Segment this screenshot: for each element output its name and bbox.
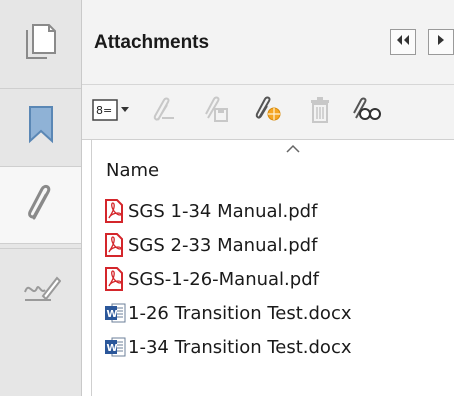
file-name: SGS-1-26-Manual.pdf [128, 268, 319, 290]
panel-header: Attachments [82, 0, 454, 85]
file-name: SGS 1-34 Manual.pdf [128, 200, 318, 222]
svg-text:8=: 8= [96, 104, 112, 117]
file-name: 1-26 Transition Test.docx [128, 302, 352, 324]
attachments-toolbar: 8= [82, 85, 454, 140]
open-attachment-button[interactable] [148, 96, 180, 128]
bookmarks-button[interactable] [0, 90, 81, 162]
navigation-rail [0, 0, 82, 396]
list-item[interactable]: SGS-1-26-Manual.pdf [92, 262, 454, 296]
options-menu-icon: 8= [92, 98, 132, 126]
right-arrow-icon [436, 33, 446, 51]
pdf-file-icon [104, 199, 126, 223]
rail-divider [0, 88, 81, 89]
file-name: 1-34 Transition Test.docx [128, 336, 352, 358]
signatures-icon [21, 270, 61, 311]
name-column-header[interactable]: Name [92, 140, 454, 188]
rail-divider [0, 248, 81, 249]
attachments-button[interactable] [0, 166, 81, 244]
search-attachments-button[interactable] [350, 96, 382, 128]
collapse-panel-button[interactable] [390, 29, 416, 55]
options-menu-button[interactable]: 8= [90, 96, 134, 128]
paperclip-icon [24, 182, 58, 229]
search-attachments-icon [351, 96, 381, 129]
expand-panel-button[interactable] [428, 29, 454, 55]
open-attachment-icon [150, 96, 178, 129]
pdf-file-icon [104, 267, 126, 291]
attachments-panel: Attachments 8= Name SGS 1-34 Manual.pdf … [82, 0, 454, 396]
double-left-arrow-icon [395, 33, 411, 51]
pdf-file-icon [104, 233, 126, 257]
pages-icon [23, 22, 59, 67]
add-attachment-icon [253, 96, 283, 129]
file-name: SGS 2-33 Manual.pdf [128, 234, 318, 256]
page-thumbnails-button[interactable] [0, 6, 81, 82]
svg-text:W: W [107, 309, 118, 320]
list-item[interactable]: W 1-26 Transition Test.docx [92, 296, 454, 330]
bookmark-icon [26, 104, 56, 149]
signatures-button[interactable] [0, 252, 81, 328]
save-attachment-button[interactable] [200, 96, 232, 128]
word-file-icon: W [104, 301, 126, 325]
svg-text:W: W [107, 343, 118, 354]
word-file-icon: W [104, 335, 126, 359]
attachments-list: Name SGS 1-34 Manual.pdf SGS 2-33 Manual… [91, 140, 454, 396]
column-header-label: Name [106, 160, 160, 181]
panel-title: Attachments [94, 32, 210, 53]
sort-ascending-icon [285, 142, 301, 160]
delete-attachment-button[interactable] [304, 96, 336, 128]
list-item[interactable]: W 1-34 Transition Test.docx [92, 330, 454, 364]
delete-icon [308, 96, 332, 129]
list-item[interactable]: SGS 1-34 Manual.pdf [92, 194, 454, 228]
list-item[interactable]: SGS 2-33 Manual.pdf [92, 228, 454, 262]
save-attachment-icon [202, 96, 230, 129]
add-attachment-button[interactable] [252, 96, 284, 128]
